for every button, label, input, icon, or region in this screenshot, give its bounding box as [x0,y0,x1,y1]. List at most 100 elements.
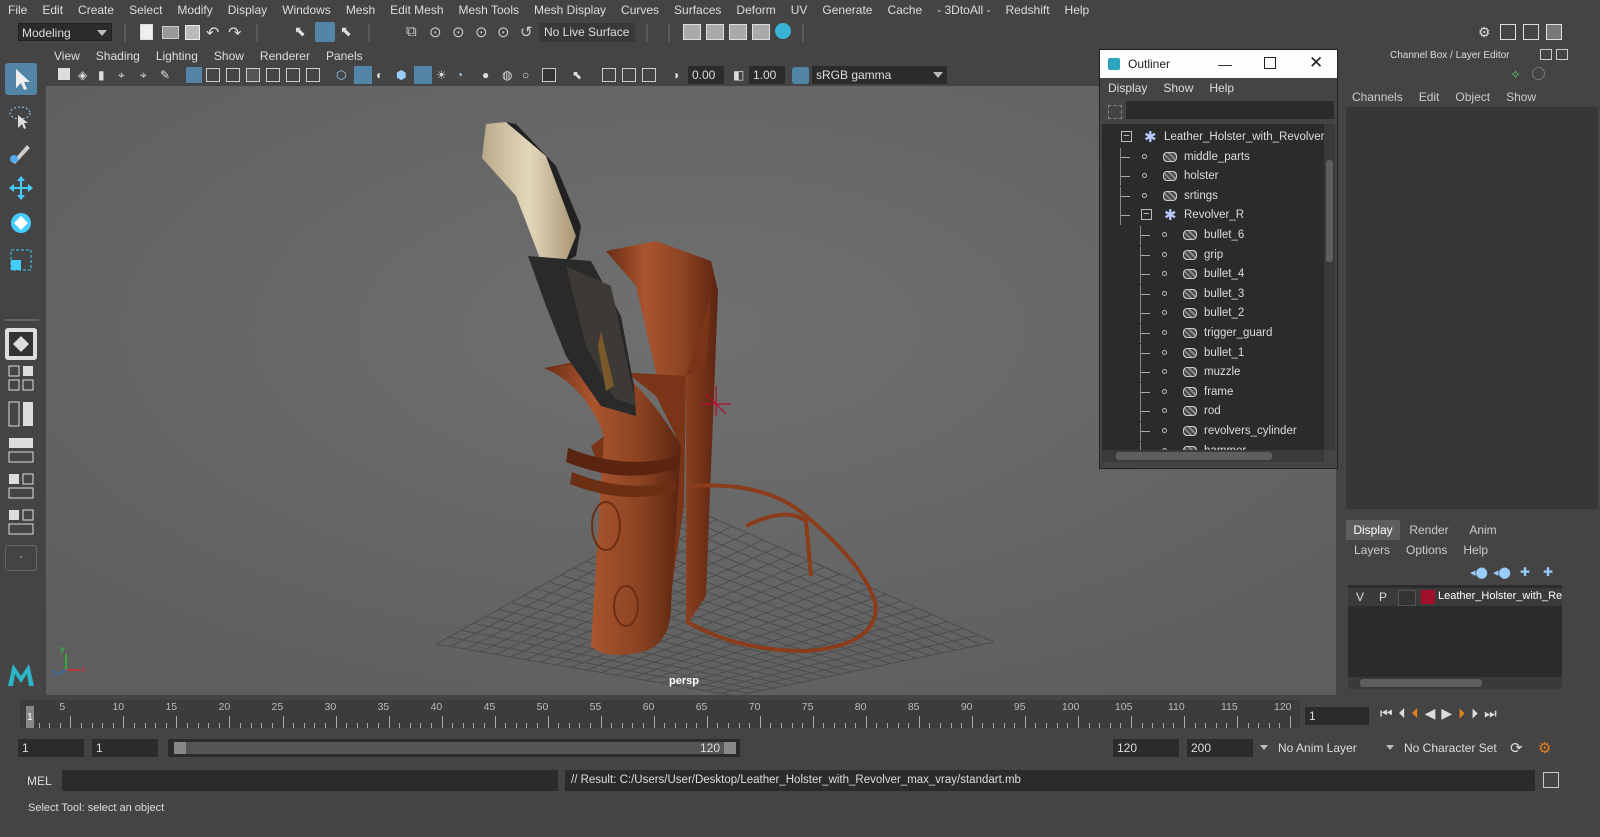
current-frame-field[interactable]: 1 [1305,707,1369,725]
animation-prefs-icon[interactable]: ⚙ [1538,739,1551,757]
outliner-item[interactable]: − ✱ Revolver_R [1102,206,1324,226]
tab-render[interactable]: Render [1400,520,1458,540]
smooth-shade-icon[interactable] [354,66,372,84]
use-all-lights-icon[interactable] [414,66,432,84]
field-chart-icon[interactable] [266,68,280,82]
lasso-tool[interactable] [5,101,37,133]
wireframe-icon[interactable]: ⬡ [336,68,352,84]
outliner-vscrollbar[interactable] [1324,124,1335,450]
2d-pan-zoom-icon[interactable]: ⌖ [140,68,156,84]
move-layer-down-icon[interactable]: ◂⬤ [1493,566,1511,579]
menu-item-edit-mesh[interactable]: Edit Mesh [382,3,450,17]
menu-item-mesh-display[interactable]: Mesh Display [526,3,613,17]
outliner-menu-show[interactable]: Show [1155,81,1201,95]
float-panel-icon[interactable] [1540,49,1552,60]
layer-playback-toggle[interactable]: P [1379,590,1387,604]
script-language-toggle[interactable]: MEL [27,774,52,788]
start-time-field[interactable]: 1 [18,739,84,757]
collapse-toggle-icon[interactable]: − [1141,209,1152,221]
range-start-handle[interactable] [174,742,186,754]
snap-curve-icon[interactable]: ⊙ [429,23,445,41]
menu-item-curves[interactable]: Curves [613,3,666,17]
auto-key-icon[interactable]: ⟳ [1510,739,1523,757]
ipr-render-icon[interactable] [729,24,747,40]
help-menu[interactable]: Help [1455,543,1496,557]
range-slider[interactable]: 1 120 [168,739,740,757]
uv-layout-button[interactable] [5,508,37,538]
go-to-end-icon[interactable]: ⏭ [1484,705,1497,725]
chevron-down-icon[interactable] [1260,745,1268,750]
tab-display[interactable]: Display [1346,520,1400,540]
camera-attributes-icon[interactable]: ◈ [78,68,94,84]
persp-graph-layout-button[interactable] [5,436,37,466]
outliner-item[interactable]: trigger_guard [1102,324,1324,343]
menu-item-create[interactable]: Create [70,3,121,17]
play-backwards-icon[interactable]: ◀ [1425,705,1436,725]
select-camera-icon[interactable] [58,68,70,80]
grease-pencil-icon[interactable]: ✎ [160,68,176,84]
outliner-titlebar[interactable]: Outliner — ✕ [1100,50,1337,78]
move-tool[interactable] [5,172,37,204]
menu-item-windows[interactable]: Windows [274,3,338,17]
menu-item-select[interactable]: Select [121,3,169,17]
screen-space-ao-icon[interactable]: ◔ [456,68,472,84]
textured-icon[interactable]: ⬢ [396,68,412,84]
mode-selector[interactable]: Modeling [18,23,112,41]
wireframe-on-shaded-icon[interactable]: ◐ [376,68,392,84]
command-input[interactable] [62,770,558,791]
step-back-icon[interactable]: ⏴ [1399,705,1406,725]
select-by-object-icon[interactable] [315,22,335,42]
close-icon[interactable]: ✕ [1309,53,1323,73]
options-menu[interactable]: Options [1398,543,1455,557]
new-scene-icon[interactable] [140,24,153,40]
step-forward-key-icon[interactable]: ⏵ [1458,705,1465,725]
grid-icon[interactable] [186,67,202,83]
outliner-item[interactable]: revolvers_cylinder [1102,422,1324,441]
gamma-field[interactable]: 1.00 [749,66,785,84]
exposure-field[interactable]: 0.00 [688,66,724,84]
image-plane-icon[interactable]: ⌖ [118,68,134,84]
panel-options-icon[interactable] [1556,49,1568,60]
menu-item-file[interactable]: File [0,3,34,17]
scroll-thumb[interactable] [1116,452,1272,460]
snap-view-plane-icon[interactable]: ⊙ [475,23,491,41]
save-scene-icon[interactable] [185,25,200,40]
viewport-menu-lighting[interactable]: Lighting [148,49,206,63]
menu-item-edit[interactable]: Edit [34,3,70,17]
color-space-select[interactable]: sRGB gamma [812,66,947,84]
safe-title-icon[interactable] [306,68,320,82]
character-set-select[interactable]: No Character Set [1400,739,1504,757]
render-view-icon[interactable] [752,24,770,40]
make-live-icon[interactable]: ↺ [520,23,536,41]
layer-visibility-toggle[interactable]: V [1356,590,1364,604]
outliner-item[interactable]: grip [1102,245,1324,265]
collapse-toggle-icon[interactable]: − [1121,131,1132,142]
render-settings-icon[interactable] [683,24,701,40]
menu-item-help[interactable]: Help [1057,3,1097,17]
menu-item-redshift[interactable]: Redshift [998,3,1057,17]
speed-icon[interactable] [1532,67,1545,80]
new-layer-selected-icon[interactable]: ✚ [1543,565,1553,579]
edit-menu[interactable]: Edit [1411,90,1448,104]
layer-row[interactable]: V P Leather_Holster_with_Re [1348,588,1562,606]
step-back-key-icon[interactable]: ⏴ [1412,705,1419,725]
attribute-editor-icon[interactable] [1523,24,1539,40]
go-to-start-icon[interactable]: ⏮ [1380,705,1393,725]
channel-list[interactable] [1346,107,1598,509]
maximize-icon[interactable] [1264,57,1276,69]
outliner-item[interactable]: frame [1102,382,1324,402]
menu-item-deform[interactable]: Deform [728,3,782,17]
outliner-item[interactable]: rod [1102,402,1324,422]
exposure-icon[interactable]: ◑ [672,68,688,84]
undo-icon[interactable]: ↶ [206,23,222,42]
menu-item-mesh-tools[interactable]: Mesh Tools [451,3,526,17]
menu-item-display[interactable]: Display [220,3,274,17]
paint-select-tool[interactable] [5,137,37,169]
custom-layout-button[interactable]: · [5,545,37,571]
new-layer-icon[interactable]: ✚ [1520,565,1530,579]
scroll-thumb[interactable] [1360,679,1482,687]
motion-blur-icon[interactable]: ● [482,68,498,84]
outliner-search-input[interactable] [1126,101,1334,119]
outliner-item[interactable]: srtings [1102,186,1324,206]
redo-icon[interactable]: ↷ [228,23,244,42]
